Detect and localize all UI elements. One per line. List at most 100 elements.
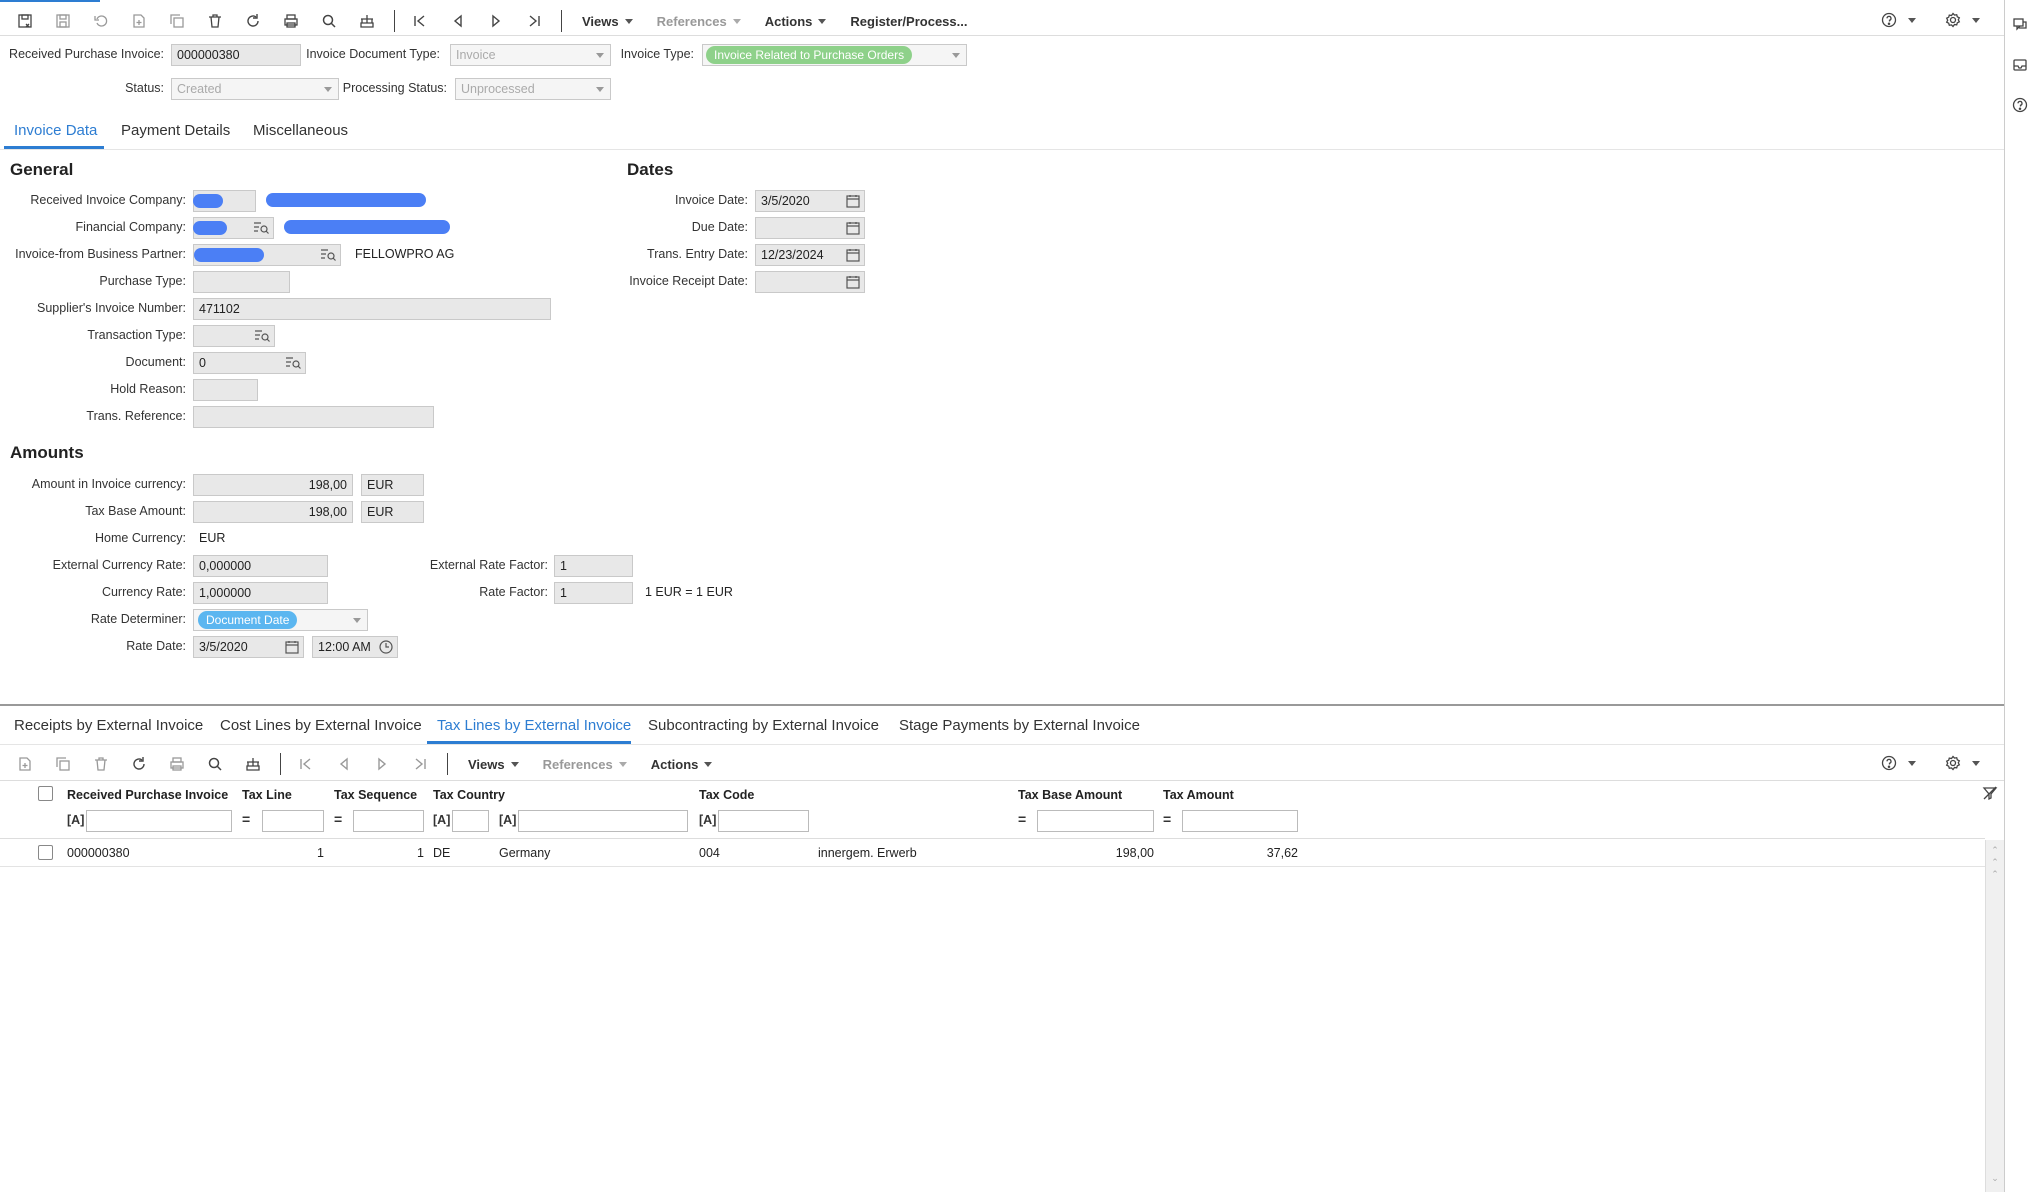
- save-icon[interactable]: [50, 8, 76, 34]
- invoice-receipt-date-field[interactable]: [755, 271, 865, 293]
- equals-filter-operator[interactable]: =: [1163, 811, 1171, 827]
- rate-date-field[interactable]: 3/5/2020: [193, 636, 304, 658]
- scroll-up-arrows-icon[interactable]: ⌃ ⌃ ⌃: [1988, 844, 2002, 890]
- print-icon[interactable]: [278, 8, 304, 34]
- previous-record-icon[interactable]: [331, 751, 357, 777]
- table-row[interactable]: 000000380 1 1 DE Germany 004 innergem. E…: [0, 840, 1985, 866]
- column-header-tax-code[interactable]: Tax Code: [699, 788, 754, 802]
- calendar-icon[interactable]: [846, 275, 860, 289]
- calendar-icon[interactable]: [846, 221, 860, 235]
- actions-menu[interactable]: Actions: [765, 14, 827, 29]
- lookup-icon[interactable]: [285, 356, 301, 370]
- clear-filter-icon[interactable]: [1977, 780, 2003, 806]
- currency-rate-field[interactable]: 1,000000: [193, 582, 328, 604]
- refresh-icon[interactable]: [126, 751, 152, 777]
- lookup-icon[interactable]: [320, 248, 336, 262]
- received-purchase-invoice-field[interactable]: 000000380: [171, 44, 301, 66]
- document-field[interactable]: 0: [193, 352, 306, 374]
- filter-tax-country-name[interactable]: [518, 810, 688, 832]
- row-select-checkbox[interactable]: [38, 845, 53, 860]
- tab-tax-lines-by-external-invoice[interactable]: Tax Lines by External Invoice: [437, 717, 631, 734]
- first-record-icon[interactable]: [407, 8, 433, 34]
- filter-tax-amount[interactable]: [1182, 810, 1298, 832]
- save-and-close-icon[interactable]: [12, 8, 38, 34]
- filter-tax-country-code[interactable]: [452, 810, 489, 832]
- new-record-icon[interactable]: [12, 751, 38, 777]
- column-header-tax-country[interactable]: Tax Country: [433, 788, 505, 802]
- tab-cost-lines-by-external-invoice[interactable]: Cost Lines by External Invoice: [220, 717, 422, 734]
- processing-status-select[interactable]: Unprocessed: [455, 78, 611, 100]
- invoice-document-type-select[interactable]: Invoice: [450, 44, 611, 66]
- scroll-down-icon[interactable]: ⌄: [1988, 1173, 2002, 1184]
- chat-icon[interactable]: [2007, 12, 2033, 38]
- hierarchy-icon[interactable]: [240, 751, 266, 777]
- text-filter-operator[interactable]: [A]: [699, 813, 716, 827]
- amount-currency-field[interactable]: EUR: [361, 474, 424, 496]
- text-filter-operator[interactable]: [A]: [433, 813, 450, 827]
- trans-reference-field[interactable]: [193, 406, 434, 428]
- column-header-tax-sequence[interactable]: Tax Sequence: [334, 788, 417, 802]
- filter-tax-code[interactable]: [718, 810, 809, 832]
- print-icon[interactable]: [164, 751, 190, 777]
- amount-invoice-currency-field[interactable]: 198,00: [193, 474, 353, 496]
- help-icon[interactable]: [2007, 92, 2033, 118]
- tab-miscellaneous[interactable]: Miscellaneous: [253, 122, 348, 139]
- clock-icon[interactable]: [379, 640, 393, 654]
- delete-icon[interactable]: [88, 751, 114, 777]
- filter-tax-base-amount[interactable]: [1037, 810, 1154, 832]
- grid-actions-menu[interactable]: Actions: [651, 757, 713, 772]
- column-header-tax-line[interactable]: Tax Line: [242, 788, 292, 802]
- text-filter-operator[interactable]: [A]: [67, 813, 84, 827]
- duplicate-icon[interactable]: [164, 8, 190, 34]
- panel-splitter[interactable]: [0, 704, 2004, 706]
- calendar-icon[interactable]: [846, 248, 860, 262]
- supplier-invoice-number-field[interactable]: 471102: [193, 298, 551, 320]
- grid-scrollbar[interactable]: ⌃ ⌃ ⌃ ⌄: [1985, 840, 2004, 1192]
- transaction-type-field[interactable]: [193, 325, 275, 347]
- equals-filter-operator[interactable]: =: [1018, 811, 1026, 827]
- last-record-icon[interactable]: [407, 751, 433, 777]
- filter-tax-line[interactable]: [262, 810, 324, 832]
- chevron-down-icon[interactable]: [1972, 760, 1980, 766]
- tab-receipts-by-external-invoice[interactable]: Receipts by External Invoice: [14, 717, 203, 734]
- views-menu[interactable]: Views: [582, 14, 633, 29]
- calendar-icon[interactable]: [846, 194, 860, 208]
- tab-stage-payments-by-external-invoice[interactable]: Stage Payments by External Invoice: [899, 717, 1140, 734]
- refresh-icon[interactable]: [240, 8, 266, 34]
- rate-time-field[interactable]: 12:00 AM: [312, 636, 398, 658]
- delete-icon[interactable]: [202, 8, 228, 34]
- first-record-icon[interactable]: [293, 751, 319, 777]
- chevron-down-icon[interactable]: [1972, 17, 1980, 23]
- grid-views-menu[interactable]: Views: [468, 757, 519, 772]
- new-record-icon[interactable]: [126, 8, 152, 34]
- help-icon[interactable]: [1876, 7, 1902, 33]
- invoice-date-field[interactable]: 3/5/2020: [755, 190, 865, 212]
- purchase-type-field[interactable]: [193, 271, 290, 293]
- tab-payment-details[interactable]: Payment Details: [121, 122, 230, 139]
- equals-filter-operator[interactable]: =: [334, 811, 342, 827]
- chevron-down-icon[interactable]: [1908, 760, 1916, 766]
- chevron-down-icon[interactable]: [1908, 17, 1916, 23]
- previous-record-icon[interactable]: [445, 8, 471, 34]
- invoice-type-select[interactable]: Invoice Related to Purchase Orders: [702, 44, 967, 66]
- duplicate-icon[interactable]: [50, 751, 76, 777]
- tab-subcontracting-by-external-invoice[interactable]: Subcontracting by External Invoice: [648, 717, 879, 734]
- calendar-icon[interactable]: [285, 640, 299, 654]
- hold-reason-field[interactable]: [193, 379, 258, 401]
- grid-references-menu[interactable]: References: [543, 757, 627, 772]
- column-header-tax-amount[interactable]: Tax Amount: [1163, 788, 1234, 802]
- tab-invoice-data[interactable]: Invoice Data: [14, 122, 97, 139]
- search-icon[interactable]: [202, 751, 228, 777]
- filter-tax-sequence[interactable]: [353, 810, 424, 832]
- lookup-icon[interactable]: [254, 329, 270, 343]
- column-header-tax-base-amount[interactable]: Tax Base Amount: [1018, 788, 1122, 802]
- tax-base-currency-field[interactable]: EUR: [361, 501, 424, 523]
- rate-factor-field[interactable]: 1: [554, 582, 633, 604]
- help-icon[interactable]: [1876, 750, 1902, 776]
- due-date-field[interactable]: [755, 217, 865, 239]
- last-record-icon[interactable]: [521, 8, 547, 34]
- settings-icon[interactable]: [1940, 750, 1966, 776]
- undo-icon[interactable]: [88, 8, 114, 34]
- select-all-checkbox[interactable]: [38, 786, 53, 801]
- references-menu[interactable]: References: [657, 14, 741, 29]
